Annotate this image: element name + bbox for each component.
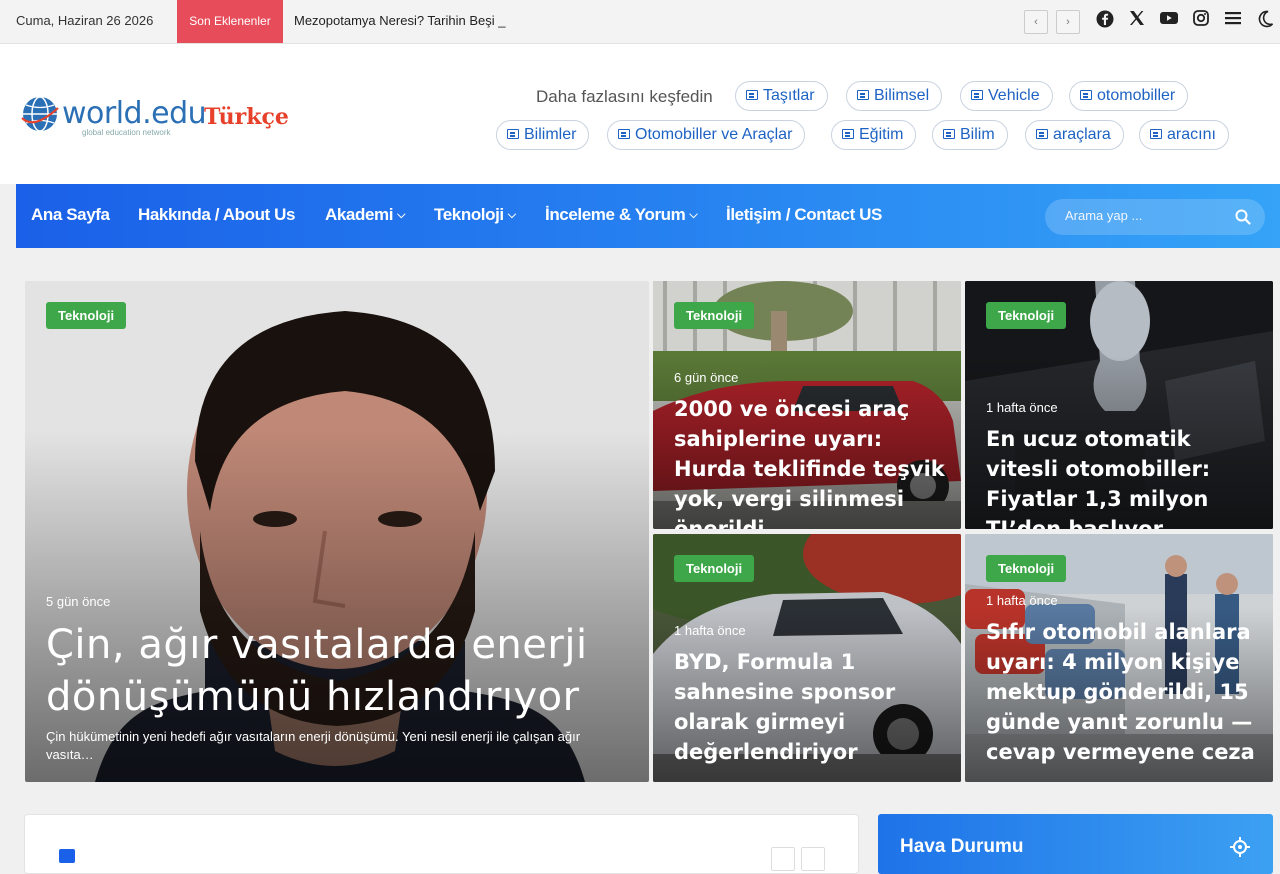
tag-chip[interactable]: Bilimsel: [846, 81, 943, 111]
menu-icon[interactable]: [1222, 10, 1244, 32]
post-date: 1 hafta önce: [986, 400, 1058, 415]
article-icon: [746, 90, 758, 100]
post-card[interactable]: Teknoloji 1 hafta önce BYD, Formula 1 sa…: [653, 534, 961, 782]
location-icon[interactable]: [1229, 836, 1251, 858]
chevron-down-icon: ⌵: [689, 209, 698, 221]
tag-chip[interactable]: Eğitim: [831, 120, 917, 150]
nav-item-label: İnceleme & Yorum: [545, 205, 686, 224]
tag-chip-label: Bilimler: [524, 126, 577, 143]
tag-chip-label: Bilim: [960, 126, 995, 143]
article-icon: [857, 90, 869, 100]
article-icon: [1036, 129, 1048, 139]
section-prev-button[interactable]: [771, 847, 795, 871]
tag-chip-label: Otomobiller ve Araçlar: [635, 126, 793, 143]
search-input[interactable]: [1065, 208, 1215, 223]
instagram-icon[interactable]: [1190, 10, 1212, 32]
tag-chip[interactable]: aracını: [1139, 120, 1229, 150]
section-marker-icon: [59, 849, 75, 863]
tag-chip-label: Eğitim: [859, 126, 904, 143]
tag-chip-label: aracını: [1167, 126, 1216, 143]
site-header: world.edu Türkçe global education networ…: [0, 44, 1280, 184]
article-icon: [618, 129, 630, 139]
nav-item-contact[interactable]: İletişim / Contact US: [726, 205, 882, 225]
breaking-news-label: Son Eklenenler: [177, 0, 283, 43]
current-date: Cuma, Haziran 26 2026: [16, 13, 154, 28]
search-box: [1045, 199, 1265, 235]
tag-chip-label: araçlara: [1053, 126, 1111, 143]
article-icon: [1150, 129, 1162, 139]
post-card[interactable]: Teknoloji 1 hafta önce En ucuz otomatik …: [965, 281, 1273, 529]
nav-item-about[interactable]: Hakkında / About Us: [138, 205, 295, 225]
category-badge[interactable]: Teknoloji: [674, 555, 755, 582]
article-icon: [1080, 90, 1092, 100]
featured-post-card[interactable]: Teknoloji 5 gün önce Çin, ağır vasıtalar…: [25, 281, 649, 782]
article-icon: [971, 90, 983, 100]
explore-label: Daha fazlasını keşfedin: [536, 87, 713, 106]
post-card[interactable]: Teknoloji 1 hafta önce Sıfır otomobil al…: [965, 534, 1273, 782]
logo-suffix: Türkçe: [204, 104, 289, 130]
article-icon: [943, 129, 955, 139]
category-badge[interactable]: Teknoloji: [46, 302, 127, 329]
tag-chip[interactable]: araçlara: [1025, 120, 1124, 150]
tag-chip[interactable]: otomobiller: [1069, 81, 1189, 111]
tag-chip-label: otomobiller: [1097, 87, 1176, 104]
section-next-button[interactable]: [801, 847, 825, 871]
logo-tagline: global education network: [82, 128, 171, 137]
post-date: 5 gün önce: [46, 594, 111, 609]
content-section: [24, 814, 859, 874]
facebook-icon[interactable]: [1094, 10, 1116, 32]
article-icon: [507, 129, 519, 139]
dark-mode-icon[interactable]: [1254, 10, 1276, 32]
post-title[interactable]: Sıfır otomobil alanlara uyarı: 4 milyon …: [986, 617, 1259, 767]
nav-item-label: Teknoloji: [434, 205, 504, 224]
site-logo[interactable]: world.edu Türkçe global education networ…: [20, 94, 290, 140]
post-excerpt: Çin hükümetinin yeni hedefi ağır vasıtal…: [46, 729, 581, 762]
x-icon[interactable]: [1126, 10, 1148, 32]
nav-item-reviews[interactable]: İnceleme & Yorum ⌵: [545, 205, 698, 225]
chevron-down-icon: ⌵: [507, 209, 516, 221]
category-badge[interactable]: Teknoloji: [986, 555, 1067, 582]
nav-item-label: Akademi: [325, 205, 394, 224]
tag-chip-label: Vehicle: [988, 87, 1040, 104]
post-title[interactable]: BYD, Formula 1 sahnesine sponsor olarak …: [674, 647, 947, 767]
tag-chip[interactable]: Taşıtlar: [735, 81, 828, 111]
weather-widget: Hava Durumu: [878, 814, 1273, 874]
category-badge[interactable]: Teknoloji: [674, 302, 755, 329]
tag-chip[interactable]: Bilimler: [496, 120, 590, 150]
chevron-down-icon: ⌵: [397, 209, 406, 221]
nav-item-academy[interactable]: Akademi ⌵: [325, 205, 405, 225]
ticker-next-button[interactable]: ›: [1056, 10, 1080, 34]
tag-chip-label: Taşıtlar: [763, 87, 815, 104]
globe-icon: [21, 96, 59, 132]
post-date: 6 gün önce: [674, 370, 739, 385]
post-date: 1 hafta önce: [986, 593, 1058, 608]
article-icon: [842, 129, 854, 139]
nav-item-home[interactable]: Ana Sayfa: [31, 205, 110, 225]
category-badge[interactable]: Teknoloji: [986, 302, 1067, 329]
tag-chip-label: Bilimsel: [874, 87, 930, 104]
weather-title: Hava Durumu: [900, 836, 1024, 857]
post-date: 1 hafta önce: [674, 623, 746, 638]
tag-chip[interactable]: Vehicle: [960, 81, 1053, 111]
post-title[interactable]: En ucuz otomatik vitesli otomobiller: Fi…: [986, 424, 1259, 529]
post-card[interactable]: Teknoloji 6 gün önce 2000 ve öncesi araç…: [653, 281, 961, 529]
nav-item-technology[interactable]: Teknoloji ⌵: [434, 205, 516, 225]
logo-brand: world.edu: [62, 96, 207, 131]
ticker-prev-button[interactable]: ‹: [1024, 10, 1048, 34]
top-bar: Cuma, Haziran 26 2026 Son Eklenenler Mez…: [0, 0, 1280, 44]
post-title[interactable]: Çin, ağır vasıtalarda enerji dönüşümünü …: [46, 619, 635, 723]
news-ticker-link[interactable]: Mezopotamya Neresi? Tarihin Beşi _: [294, 13, 505, 28]
main-navigation: Ana Sayfa Hakkında / About Us Akademi ⌵ T…: [16, 184, 1280, 248]
tag-chip[interactable]: Otomobiller ve Araçlar: [607, 120, 806, 150]
search-icon[interactable]: [1235, 209, 1251, 225]
youtube-icon[interactable]: [1158, 10, 1180, 32]
tag-chip[interactable]: Bilim: [932, 120, 1008, 150]
post-title[interactable]: 2000 ve öncesi araç sahiplerine uyarı: H…: [674, 394, 947, 529]
